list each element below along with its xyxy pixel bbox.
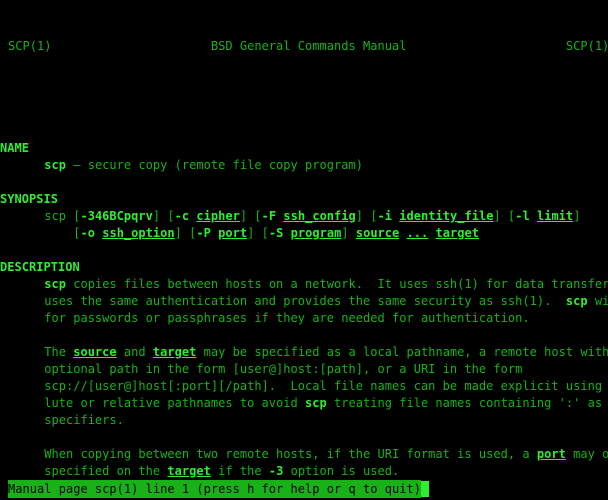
bold-text: -S — [268, 226, 284, 240]
man-page-line: scp://[user@]host[:port][/path]. Local f… — [8, 379, 608, 393]
man-page-line: specifiers. — [8, 413, 124, 427]
man-page-content: NAME scp — secure copy (remote file copy… — [0, 140, 608, 478]
underlined-arg: ssh_option — [102, 226, 175, 240]
bold-text: scp — [565, 294, 588, 308]
man-page-line: scp — secure copy (remote file copy prog… — [44, 158, 363, 172]
underlined-arg: identity_file — [399, 209, 494, 223]
man-page-line: specified on the target if the -3 option… — [8, 464, 400, 478]
bold-text: -i — [377, 209, 393, 223]
man-page-line: optional path in the form [user@]host:[p… — [8, 362, 523, 376]
bold-text: -o — [80, 226, 95, 240]
underlined-arg: target — [435, 226, 479, 240]
man-page-line: scp copies files between hosts on a netw… — [44, 277, 608, 291]
man-page-header: SCP(1) BSD General Commands Manual SCP(1… — [8, 39, 608, 53]
bold-text: scp — [44, 277, 66, 291]
underlined-arg: port — [218, 226, 248, 240]
underlined-arg: target — [167, 464, 211, 478]
bold-text: -346BCpqrv — [80, 209, 153, 223]
underlined-arg: cipher — [196, 209, 240, 223]
man-page-line: uses the same authentication and provide… — [8, 294, 608, 308]
bold-text: -F — [261, 209, 277, 223]
section-heading: NAME — [0, 141, 29, 155]
pager-status-bar[interactable]: Manual page scp(1) line 1 (press h for h… — [0, 478, 608, 500]
bold-text: -3 — [268, 464, 284, 478]
bold-text: -l — [515, 209, 530, 223]
man-page-line: lute or relative pathnames to avoid scp … — [8, 396, 608, 410]
underlined-arg: program — [290, 226, 342, 240]
bold-text: scp — [305, 396, 327, 410]
underlined-arg: ... — [406, 226, 429, 240]
underlined-arg: limit — [536, 209, 574, 223]
underlined-arg: source — [355, 226, 400, 240]
man-page-pager[interactable]: SCP(1) BSD General Commands Manual SCP(1… — [0, 0, 608, 478]
man-page-line: When copying between two remote hosts, i… — [8, 447, 608, 461]
underlined-arg: target — [152, 345, 197, 359]
section-heading: SYNOPSIS — [0, 192, 58, 206]
section-heading: DESCRIPTION — [0, 260, 80, 274]
underlined-arg: port — [536, 447, 566, 461]
underlined-arg: ssh_config — [283, 209, 356, 223]
man-page-line: [-o ssh_option] [-P port] [-S program] s… — [8, 226, 479, 240]
man-page-line: The source and target may be specified a… — [8, 345, 608, 359]
cursor-block — [420, 481, 429, 497]
underlined-arg: source — [73, 345, 117, 359]
status-bar-text: Manual page scp(1) line 1 (press h for h… — [8, 480, 421, 498]
man-page-line: scp [-346BCpqrv] [-c cipher] [-F ssh_con… — [8, 209, 581, 223]
terminal-window: SCP(1) BSD General Commands Manual SCP(1… — [0, 0, 608, 500]
man-page-line: for passwords or passphrases if they are… — [8, 311, 530, 325]
bold-text: -c — [174, 209, 190, 223]
bold-text: scp — [44, 158, 66, 172]
bold-text: -P — [196, 226, 211, 240]
